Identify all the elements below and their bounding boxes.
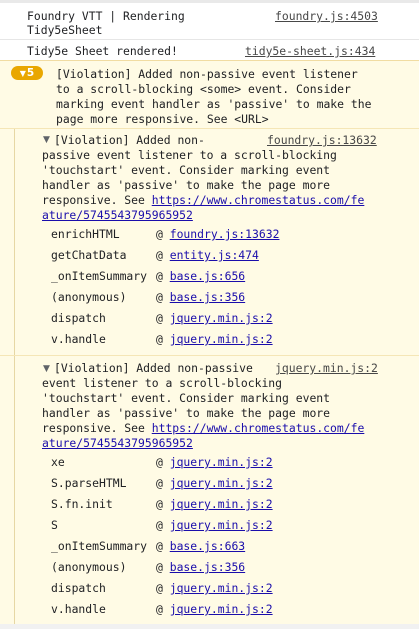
group1-line3: 'touchstart' event. Consider marking eve… — [42, 163, 331, 177]
group2-chromestatus-link[interactable]: https://www.chromestatus.com/fe — [152, 421, 365, 435]
group1-expand-caret-icon[interactable]: ▼ — [43, 135, 50, 145]
console-top-border — [0, 0, 419, 3]
stack-frame-link: @ base.js:656 — [156, 269, 245, 284]
group2-see-text: responsive. See — [42, 421, 152, 435]
stack-location-link[interactable]: base.js:656 — [170, 269, 245, 283]
stack-fn: v.handle — [51, 602, 106, 616]
stack-frame-link: @ entity.js:474 — [156, 248, 259, 263]
log-message-tidy5e: Tidy5e Sheet rendered! — [27, 44, 178, 58]
group1-chromestatus-link-cont[interactable]: ature/5745543795965952 — [42, 208, 193, 223]
at-symbol: @ — [156, 476, 163, 490]
at-symbol: @ — [156, 497, 163, 511]
group2-line3: 'touchstart' event. Consider marking eve… — [42, 391, 331, 405]
at-symbol: @ — [156, 560, 163, 574]
stack-fn: _onItemSummary — [51, 539, 148, 553]
stack-location-link[interactable]: base.js:663 — [170, 539, 245, 553]
stack-fn: dispatch — [51, 311, 106, 325]
group-separator — [0, 355, 419, 356]
at-symbol: @ — [156, 290, 163, 304]
at-symbol: @ — [156, 227, 163, 241]
stack-frame-link: @ foundry.js:13632 — [156, 227, 279, 242]
at-symbol: @ — [156, 455, 163, 469]
stack-fn: v.handle — [51, 332, 106, 346]
badge-expand-triangle-icon: ▼ — [19, 69, 26, 78]
stack-fn: S.fn.init — [51, 497, 113, 511]
stack-fn: getChatData — [51, 248, 127, 262]
stack-location-link[interactable]: entity.js:474 — [170, 248, 259, 262]
stack-location-link[interactable]: jquery.min.js:2 — [170, 602, 273, 616]
stack-frame-link: @ jquery.min.js:2 — [156, 497, 273, 512]
group2-line2: event listener to a scroll-blocking — [42, 376, 283, 390]
group2-line5: responsive. See https://www.chromestatus… — [42, 421, 364, 436]
violation-summary-line2: to a scroll-blocking <some> event. Consi… — [56, 82, 351, 96]
stack-location-link[interactable]: jquery.min.js:2 — [170, 332, 273, 346]
stack-fn: (anonymous) — [51, 290, 127, 304]
stack-location-link[interactable]: jquery.min.js:2 — [170, 476, 273, 490]
stack-fn: dispatch — [51, 581, 106, 595]
stack-location-link[interactable]: base.js:356 — [170, 290, 245, 304]
stack-fn: S.parseHTML — [51, 476, 127, 490]
stack-location-link[interactable]: jquery.min.js:2 — [170, 455, 273, 469]
group-indent-guide — [14, 128, 15, 624]
stack-location-link[interactable]: jquery.min.js:2 — [170, 518, 273, 532]
stack-frame-link: @ jquery.min.js:2 — [156, 311, 273, 326]
group-separator-top — [0, 128, 419, 129]
stack-frame-link: @ base.js:663 — [156, 539, 245, 554]
log-message-rendering-line2: Tidy5eSheet — [27, 23, 103, 37]
log-separator — [0, 39, 419, 40]
stack-frame-link: @ jquery.min.js:2 — [156, 476, 273, 491]
at-symbol: @ — [156, 539, 163, 553]
group1-line5: responsive. See https://www.chromestatus… — [42, 193, 364, 208]
log-message-rendering: Foundry VTT | Rendering — [27, 9, 185, 23]
stack-frame-link: @ jquery.min.js:2 — [156, 455, 273, 470]
violation-summary-line3: marking event handler as 'passive' to ma… — [56, 97, 372, 111]
group2-source-link[interactable]: jquery.min.js:2 — [275, 361, 378, 376]
stack-frame-link: @ jquery.min.js:2 — [156, 581, 273, 596]
group1-line2: passive event listener to a scroll-block… — [42, 148, 337, 162]
violation-count: 5 — [26, 67, 35, 79]
at-symbol: @ — [156, 311, 163, 325]
group2-line4: handler as 'passive' to make the page mo… — [42, 406, 331, 420]
stack-fn: xe — [51, 455, 65, 469]
violation-summary-line4: page more responsive. See <URL> — [56, 112, 269, 126]
console-bottom-edge — [0, 624, 419, 629]
stack-fn: (anonymous) — [51, 560, 127, 574]
stack-fn: _onItemSummary — [51, 269, 148, 283]
stack-location-link[interactable]: foundry.js:13632 — [170, 227, 280, 241]
group1-line4: handler as 'passive' to make the page mo… — [42, 178, 331, 192]
stack-location-link[interactable]: jquery.min.js:2 — [170, 311, 273, 325]
violation-summary-line1: [Violation] Added non-passive event list… — [56, 67, 358, 81]
at-symbol: @ — [156, 518, 163, 532]
stack-frame-link: @ jquery.min.js:2 — [156, 518, 273, 533]
group1-chromestatus-link[interactable]: https://www.chromestatus.com/fe — [152, 193, 365, 207]
stack-frame-link: @ base.js:356 — [156, 290, 245, 305]
violation-warning-border — [0, 60, 419, 61]
group2-violation-first-line: [Violation] Added non-passive — [54, 361, 253, 375]
at-symbol: @ — [156, 602, 163, 616]
stack-fn: enrichHTML — [51, 227, 120, 241]
group2-chromestatus-link-cont[interactable]: ature/5745543795965952 — [42, 436, 193, 451]
group2-expand-caret-icon[interactable]: ▼ — [43, 364, 50, 374]
stack-location-link[interactable]: jquery.min.js:2 — [170, 581, 273, 595]
group1-violation-first-line: [Violation] Added non- — [54, 133, 205, 147]
stack-frame-link: @ jquery.min.js:2 — [156, 602, 273, 617]
group1-source-link[interactable]: foundry.js:13632 — [267, 133, 377, 148]
stack-frame-link: @ jquery.min.js:2 — [156, 332, 273, 347]
at-symbol: @ — [156, 269, 163, 283]
violation-count-badge[interactable]: ▼5 — [11, 66, 43, 80]
stack-fn: S — [51, 518, 58, 532]
log-source-link-tidy5e[interactable]: tidy5e-sheet.js:434 — [245, 44, 375, 59]
log-source-link-foundry[interactable]: foundry.js:4503 — [275, 9, 378, 24]
stack-frame-link: @ base.js:356 — [156, 560, 245, 575]
stack-location-link[interactable]: jquery.min.js:2 — [170, 497, 273, 511]
at-symbol: @ — [156, 248, 163, 262]
at-symbol: @ — [156, 581, 163, 595]
stack-location-link[interactable]: base.js:356 — [170, 560, 245, 574]
group1-see-text: responsive. See — [42, 193, 152, 207]
at-symbol: @ — [156, 332, 163, 346]
